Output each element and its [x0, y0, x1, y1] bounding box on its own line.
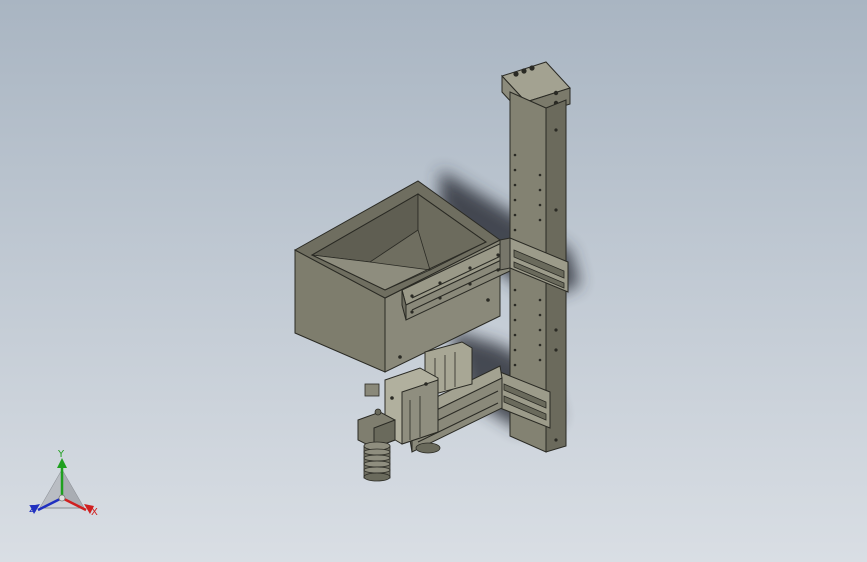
- orientation-triad[interactable]: [30, 458, 94, 514]
- triad-x-label: X: [91, 507, 98, 518]
- model-scene[interactable]: [0, 0, 867, 562]
- screw-nozzle[interactable]: [363, 441, 391, 482]
- triad-y-label: Y: [58, 449, 65, 460]
- cad-viewport[interactable]: Y X Z: [0, 0, 867, 562]
- triad-z-label: Z: [29, 504, 36, 515]
